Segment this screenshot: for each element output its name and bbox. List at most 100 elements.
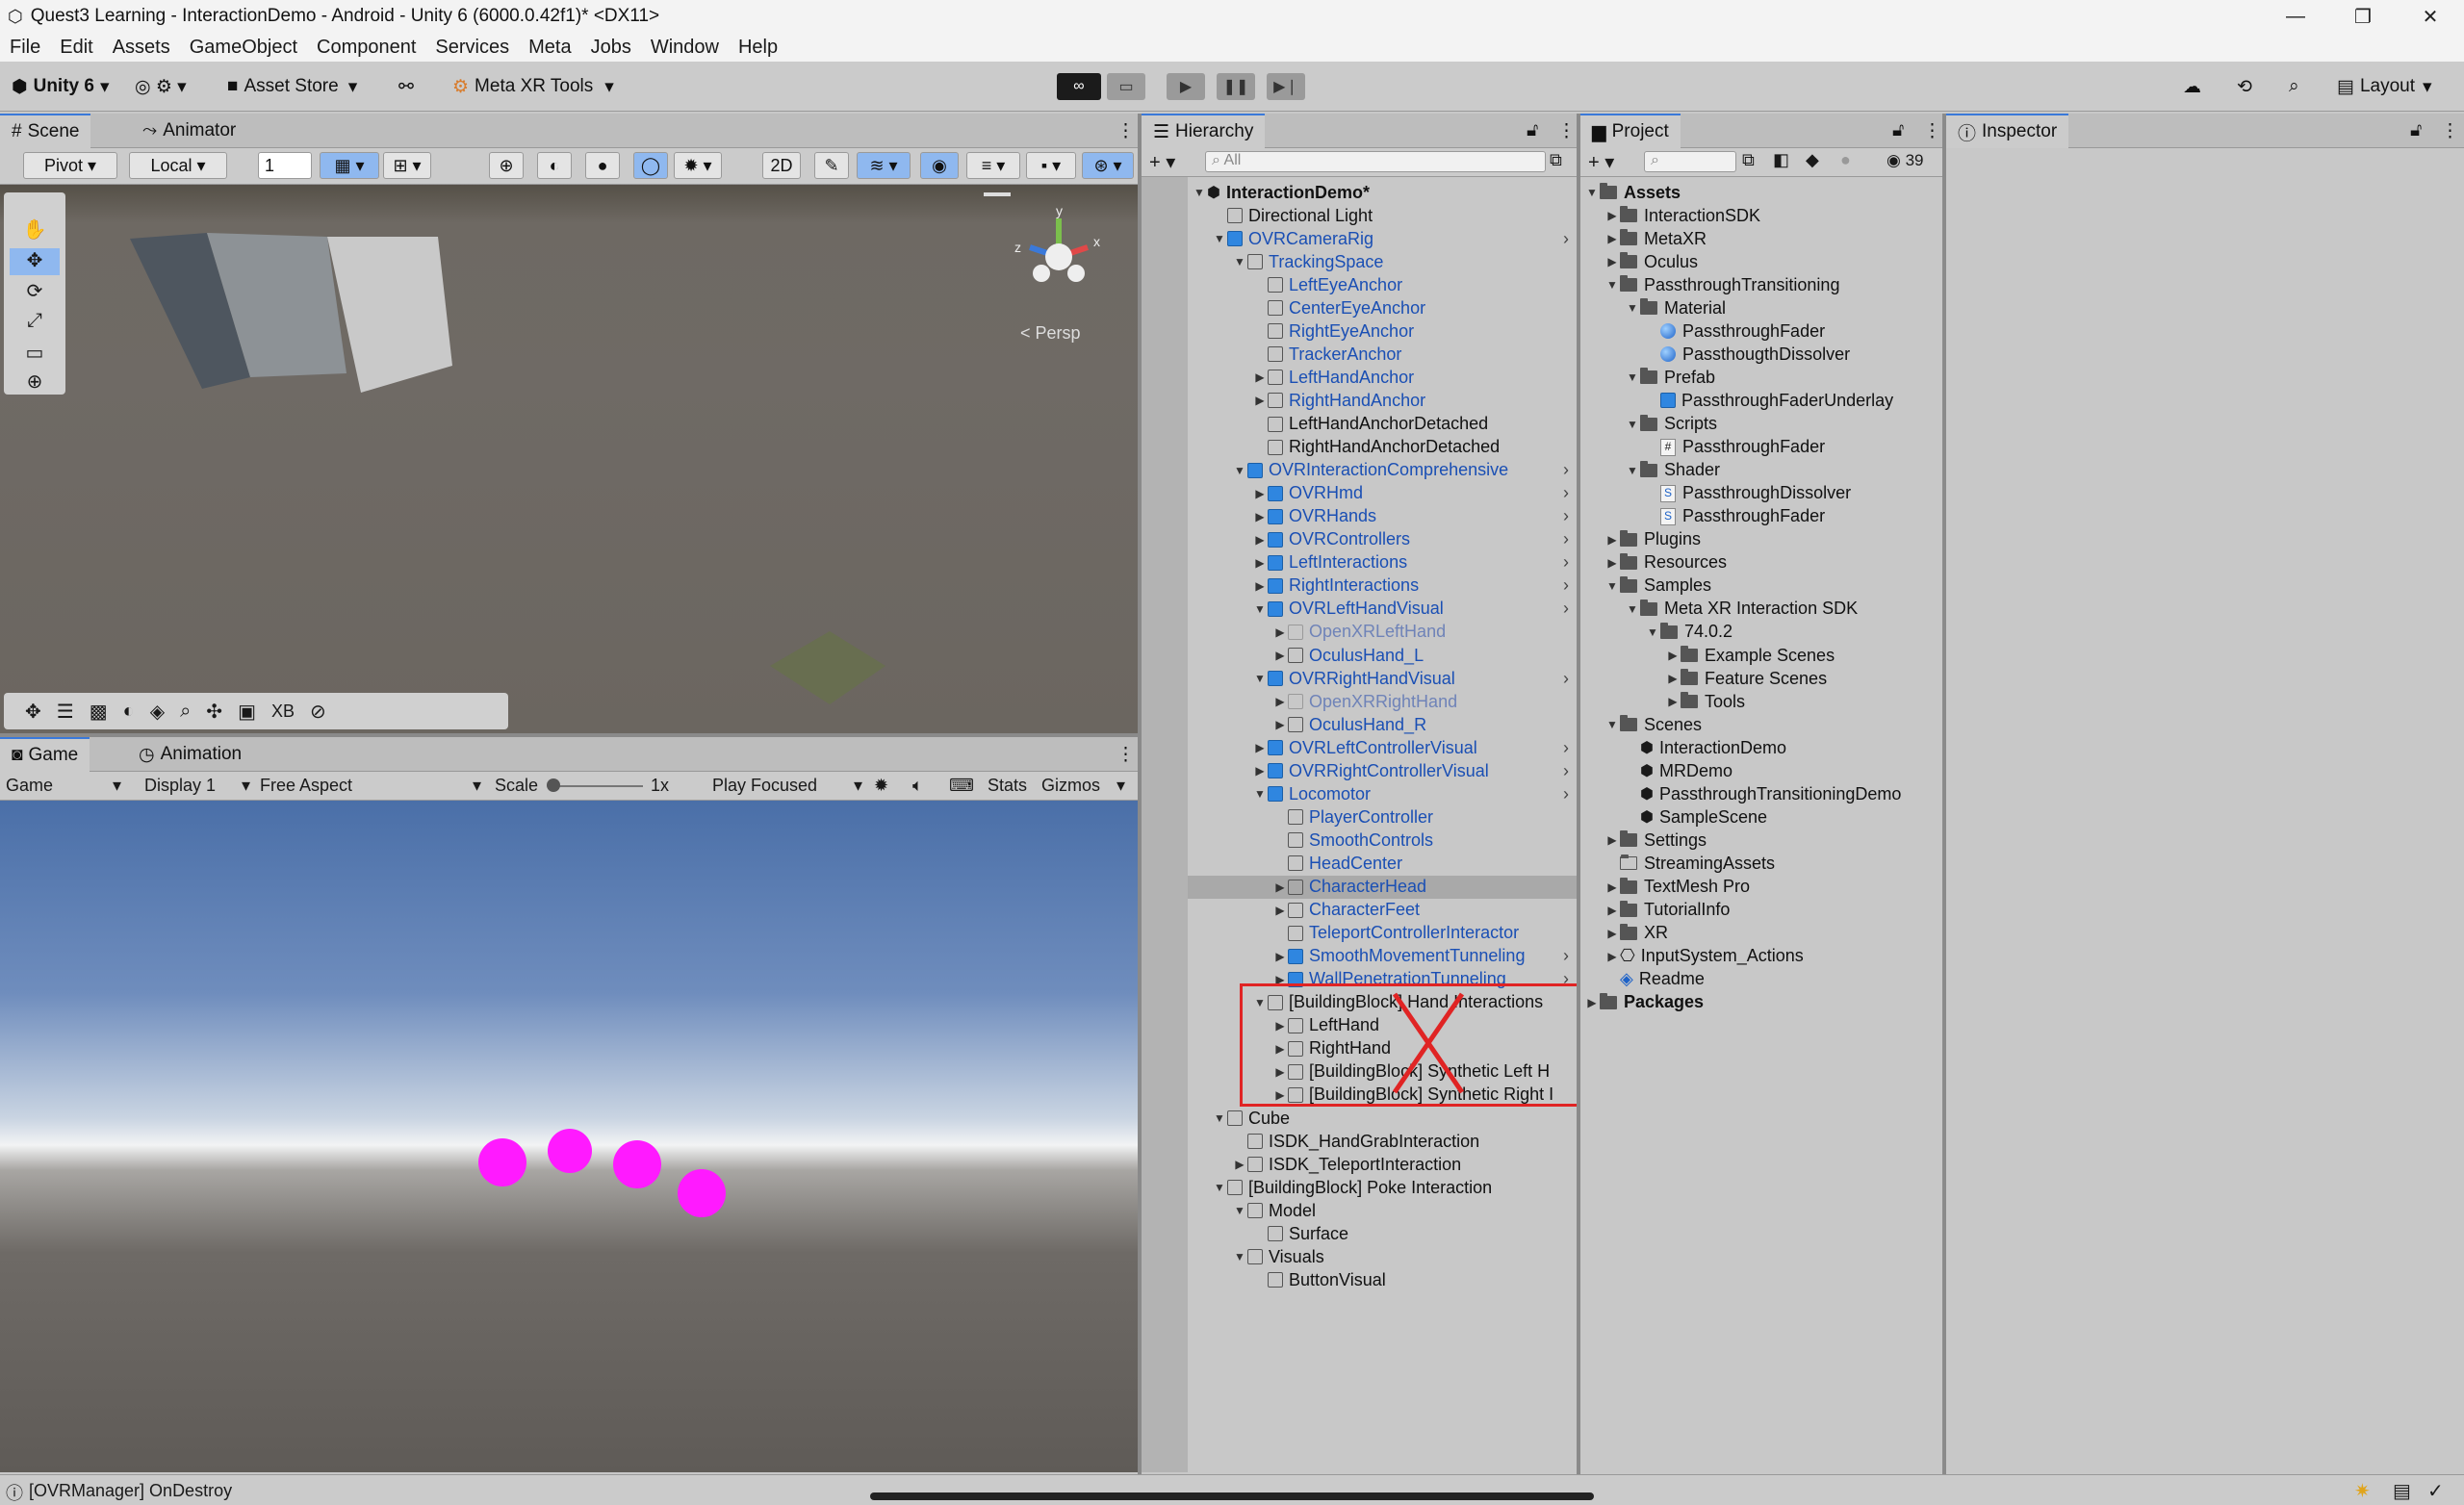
tab-inspector[interactable]: ⓘ Inspector — [1946, 114, 2069, 148]
history-icon[interactable]: ⟲ — [2237, 71, 2252, 102]
menu-item-jobs[interactable]: Jobs — [591, 37, 631, 59]
tree-item[interactable]: ▼ Visuals — [1232, 1245, 1577, 1268]
tree-item[interactable]: ▶ Resources — [1604, 551, 1942, 574]
collapse-arrow-icon[interactable]: ▼ — [1604, 579, 1620, 593]
tree-item[interactable]: ▼ Model — [1232, 1199, 1577, 1222]
collapse-arrow-icon[interactable]: ▼ — [1212, 1181, 1227, 1194]
collapse-arrow-icon[interactable]: ▼ — [1625, 370, 1640, 384]
gizmo-dropdown[interactable]: ⊛ ▾ — [1082, 152, 1134, 179]
2d-toggle[interactable]: 2D — [762, 152, 801, 179]
account-button[interactable]: ⬢ Unity 6 ▾ — [12, 71, 110, 102]
tree-item[interactable]: CenterEyeAnchor — [1252, 296, 1577, 319]
meta-tools-button[interactable]: ⚙ Meta XR Tools ▾ — [452, 71, 614, 102]
tree-item[interactable]: ▶ OVRLeftControllerVisual › — [1252, 736, 1577, 759]
open-prefab-arrow-icon[interactable]: › — [1563, 229, 1569, 249]
grid-off-icon[interactable]: ▩ — [90, 700, 108, 724]
tab-scene[interactable]: # Scene — [0, 114, 91, 148]
minimize-button[interactable]: — — [2262, 0, 2329, 33]
tree-item[interactable]: ▼ ⬢ InteractionDemo* — [1192, 181, 1577, 204]
tree-item[interactable]: TeleportControllerInteractor — [1272, 922, 1577, 945]
tree-item[interactable]: ▶ LeftHandAnchor — [1252, 366, 1577, 389]
collapse-arrow-icon[interactable]: ▼ — [1252, 787, 1268, 801]
visibility-icon[interactable]: ◉ — [920, 152, 959, 179]
debug-icon[interactable]: ✹ ▾ — [674, 152, 722, 179]
local-dropdown[interactable]: Local ▾ — [129, 152, 227, 179]
tree-item[interactable]: S PassthroughFader — [1645, 505, 1942, 528]
tree-item[interactable]: ▶ TextMesh Pro — [1604, 876, 1942, 899]
tree-item[interactable]: TrackerAnchor — [1252, 343, 1577, 366]
tree-item[interactable]: ▶ Plugins — [1604, 528, 1942, 551]
tree-item[interactable]: ▼ 74.0.2 — [1645, 621, 1942, 644]
tree-item[interactable]: HeadCenter — [1272, 852, 1577, 875]
tree-item[interactable]: ▶ RightInteractions › — [1252, 574, 1577, 598]
project-search-input[interactable]: ⌕ — [1644, 151, 1736, 172]
status-message[interactable]: [OVRManager] OnDestroy — [29, 1481, 232, 1501]
tree-item[interactable]: ▼ Shader — [1625, 459, 1942, 482]
tree-item[interactable]: ▶ OVRControllers › — [1252, 528, 1577, 551]
menu-item-edit[interactable]: Edit — [60, 37, 92, 59]
expand-arrow-icon[interactable]: ▶ — [1584, 996, 1600, 1009]
tree-item[interactable]: RightHandAnchorDetached — [1252, 436, 1577, 459]
tree-item[interactable]: ▶ CharacterFeet — [1272, 899, 1577, 922]
maximize-button[interactable]: ❐ — [2329, 0, 2397, 33]
server-icon[interactable]: ▤ — [2393, 1479, 2411, 1503]
tree-item[interactable]: ▶ ISDK_TeleportInteraction — [1232, 1153, 1577, 1176]
tree-item[interactable]: ▶ SmoothMovementTunneling › — [1272, 945, 1577, 968]
tree-item[interactable]: ▼ OVRLeftHandVisual › — [1252, 598, 1577, 621]
collapse-arrow-icon[interactable]: ▼ — [1232, 255, 1247, 268]
tree-item[interactable]: ⬢ MRDemo — [1625, 759, 1942, 782]
expand-arrow-icon[interactable]: ▶ — [1604, 833, 1620, 847]
expand-arrow-icon[interactable]: ▶ — [1604, 232, 1620, 245]
snap-toggle[interactable]: ⊞ ▾ — [383, 152, 431, 179]
camera-dropdown[interactable]: ▪ ▾ — [1026, 152, 1076, 179]
collapse-arrow-icon[interactable]: ▼ — [1232, 1250, 1247, 1263]
tab-hierarchy[interactable]: ☰ Hierarchy — [1142, 114, 1266, 148]
collapse-arrow-icon[interactable]: ▼ — [1625, 301, 1640, 315]
tree-item[interactable]: ▶ OVRHmd › — [1252, 482, 1577, 505]
shading-icon[interactable]: ◐ — [537, 152, 572, 179]
splitter[interactable] — [0, 733, 1138, 737]
expand-arrow-icon[interactable]: ▶ — [1604, 533, 1620, 547]
tree-item[interactable]: ▶ Settings — [1604, 829, 1942, 852]
tree-item[interactable]: ▼ Samples — [1604, 574, 1942, 598]
expand-arrow-icon[interactable]: ▶ — [1272, 649, 1288, 662]
add-button[interactable]: + ▾ — [1149, 150, 1175, 174]
collapse-arrow-icon[interactable]: ▼ — [1625, 602, 1640, 616]
rect-tool-icon[interactable]: ▭ — [10, 341, 60, 368]
open-prefab-arrow-icon[interactable]: › — [1563, 784, 1569, 804]
expand-arrow-icon[interactable]: ▶ — [1665, 672, 1681, 685]
tab-animator[interactable]: ⤳ Animator — [131, 114, 247, 148]
tree-item[interactable]: ▼ OVRRightHandVisual › — [1252, 667, 1577, 690]
tree-item[interactable]: ▼ Prefab — [1625, 366, 1942, 389]
pause-button[interactable]: ❚❚ — [1217, 73, 1255, 100]
tree-item[interactable]: ▼ TrackingSpace — [1232, 250, 1577, 273]
filter-icon[interactable]: ◧ — [1773, 150, 1789, 170]
stats-button[interactable]: Stats — [988, 776, 1027, 796]
splitter[interactable] — [1942, 114, 1946, 1474]
tree-item[interactable]: ⬢ InteractionDemo — [1625, 736, 1942, 759]
collapse-arrow-icon[interactable]: ▼ — [1625, 464, 1640, 477]
asset-store-button[interactable]: ■ Asset Store ▾ — [227, 71, 357, 102]
open-prefab-arrow-icon[interactable]: › — [1563, 761, 1569, 781]
collapse-arrow-icon[interactable]: ▼ — [1604, 718, 1620, 731]
expand-arrow-icon[interactable]: ▶ — [1665, 649, 1681, 662]
check-icon[interactable]: ✓ — [2427, 1479, 2444, 1503]
layer-icon[interactable]: ◈ — [150, 700, 165, 724]
transform-tool-icon[interactable]: ⊕ — [10, 370, 60, 393]
tree-item[interactable]: ▼ OVRInteractionComprehensive › — [1232, 459, 1577, 482]
tree-item[interactable]: ▶ CharacterHead — [1188, 875, 1577, 899]
perspective-label[interactable]: < Persp — [1020, 323, 1081, 344]
expand-arrow-icon[interactable]: ▶ — [1252, 533, 1268, 547]
tree-item[interactable]: Surface — [1252, 1222, 1577, 1245]
expand-arrow-icon[interactable]: ▶ — [1252, 487, 1268, 500]
menu-item-services[interactable]: Services — [435, 37, 509, 59]
expand-arrow-icon[interactable]: ▶ — [1604, 950, 1620, 963]
scroll-indicator[interactable] — [870, 1492, 1594, 1500]
open-prefab-arrow-icon[interactable]: › — [1563, 575, 1569, 596]
aspect-dropdown[interactable]: Free Aspect ▾ — [260, 776, 481, 796]
expand-arrow-icon[interactable]: ▶ — [1272, 625, 1288, 639]
lock-icon[interactable]: 🔓︎ — [2399, 114, 2433, 148]
collapse-arrow-icon[interactable]: ▼ — [1625, 418, 1640, 431]
hierarchy-search-input[interactable]: ⌕ All — [1205, 151, 1546, 172]
expand-arrow-icon[interactable]: ▶ — [1272, 950, 1288, 963]
